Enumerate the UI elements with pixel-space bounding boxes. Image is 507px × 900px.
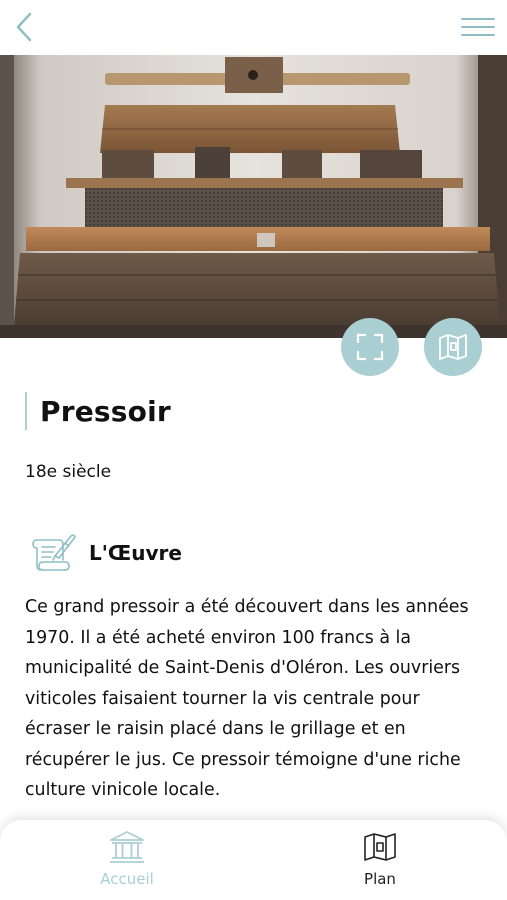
map-icon bbox=[439, 334, 467, 360]
title-block: Pressoir bbox=[25, 392, 171, 430]
museum-icon bbox=[110, 831, 144, 863]
section-title: L'Œuvre bbox=[89, 541, 182, 565]
fullscreen-button[interactable] bbox=[341, 318, 399, 376]
nav-item-accueil[interactable]: Accueil bbox=[67, 828, 187, 894]
hero-image bbox=[0, 55, 507, 338]
fullscreen-icon bbox=[356, 333, 384, 361]
scroll-quill-icon bbox=[32, 534, 76, 571]
back-button[interactable] bbox=[8, 8, 40, 46]
nav-item-plan[interactable]: Plan bbox=[320, 828, 440, 894]
nav-label-accueil: Accueil bbox=[100, 870, 154, 888]
section-header: L'Œuvre bbox=[25, 532, 182, 574]
description-text: Ce grand pressoir a été découvert dans l… bbox=[25, 597, 469, 800]
top-bar bbox=[0, 0, 507, 55]
page-title: Pressoir bbox=[40, 394, 171, 428]
map-button[interactable] bbox=[424, 318, 482, 376]
century-text: 18e siècle bbox=[25, 462, 112, 482]
bottom-nav: Accueil Plan bbox=[0, 820, 507, 900]
wine-press-photo bbox=[0, 55, 507, 338]
hamburger-menu-icon bbox=[461, 18, 495, 20]
chevron-left-icon bbox=[16, 12, 32, 42]
menu-button[interactable] bbox=[461, 12, 495, 42]
map-icon bbox=[364, 833, 396, 861]
nav-label-plan: Plan bbox=[364, 870, 396, 888]
